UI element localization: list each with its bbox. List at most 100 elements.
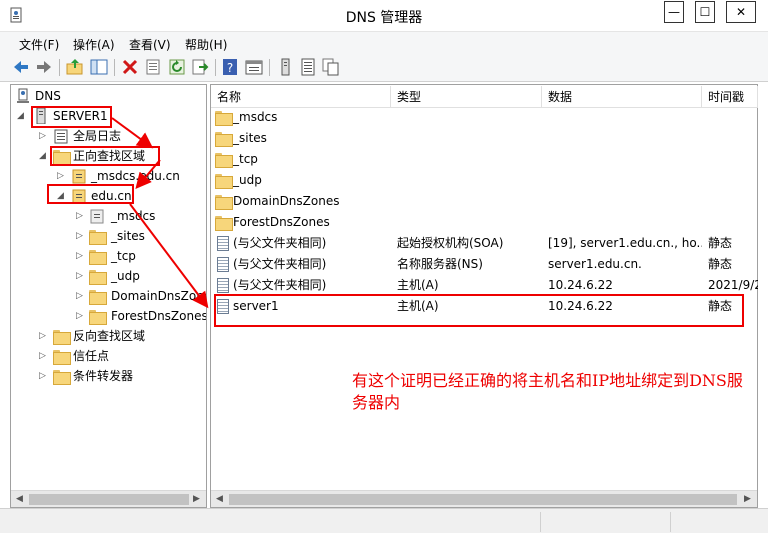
menu-action[interactable]: 操作(A): [73, 36, 115, 53]
tree-item-conditional-forwarders[interactable]: ▷ 条件转发器: [11, 366, 206, 386]
close-button[interactable]: ✕: [726, 1, 756, 23]
expand-arrow-icon[interactable]: ▷: [39, 366, 49, 386]
expand-arrow-icon[interactable]: ▷: [39, 346, 49, 366]
folder-icon: [89, 230, 107, 245]
expand-arrow-icon[interactable]: ▷: [76, 226, 86, 246]
log-icon: [54, 129, 68, 144]
expand-arrow-icon[interactable]: ▷: [57, 166, 67, 186]
highlight-edu-zone-box: [47, 184, 134, 204]
folder-icon: [89, 270, 107, 285]
status-segment: [540, 512, 670, 532]
toolbar-separator: [269, 59, 270, 76]
record-name: _udp: [233, 173, 262, 187]
record-name: (与父文件夹相同): [233, 236, 327, 250]
tree-item-label: DNS: [35, 89, 61, 103]
minimize-button[interactable]: —: [664, 1, 684, 23]
scroll-right-icon[interactable]: ▶: [740, 492, 755, 507]
list-item[interactable]: ForestDnsZones: [211, 212, 759, 233]
scroll-right-icon[interactable]: ▶: [189, 492, 204, 507]
tree-item-label: 条件转发器: [73, 369, 134, 383]
collapse-arrow-icon[interactable]: ◢: [39, 146, 49, 166]
list-icon[interactable]: [299, 58, 317, 76]
folder-icon: [215, 195, 233, 210]
table-row[interactable]: (与父文件夹相同) 名称服务器(NS) server1.edu.cn. 静态: [211, 254, 759, 275]
record-data: [19], server1.edu.cn., ho...: [548, 236, 702, 250]
delete-icon[interactable]: [121, 58, 139, 76]
column-header-data[interactable]: 数据: [542, 86, 702, 108]
menu-help[interactable]: 帮助(H): [185, 36, 227, 53]
expand-arrow-icon[interactable]: ▷: [39, 326, 49, 346]
scroll-thumb[interactable]: [229, 494, 737, 505]
folder-icon: [215, 111, 233, 126]
table-row[interactable]: (与父文件夹相同) 起始授权机构(SOA) [19], server1.edu.…: [211, 233, 759, 254]
expand-arrow-icon[interactable]: ▷: [76, 266, 86, 286]
list-item[interactable]: _tcp: [211, 149, 759, 170]
help-icon[interactable]: ?: [221, 58, 239, 76]
copy-icon[interactable]: [322, 58, 340, 76]
folder-icon: [215, 132, 233, 147]
collapse-arrow-icon[interactable]: ◢: [17, 106, 27, 126]
forward-icon[interactable]: [35, 58, 53, 76]
record-type: 名称服务器(NS): [397, 257, 483, 271]
properties-icon[interactable]: [144, 58, 162, 76]
toolbar-separator: [59, 59, 60, 76]
tree-item-msdcs-zone[interactable]: ▷ _msdcs.edu.cn: [11, 166, 206, 186]
tree-item-global-logs[interactable]: ▷ 全局日志: [11, 126, 206, 146]
tree-item-trust-points[interactable]: ▷ 信任点: [11, 346, 206, 366]
record-name: _sites: [233, 131, 267, 145]
server-icon[interactable]: [276, 58, 294, 76]
tree-item-msdcs[interactable]: ▷ _msdcs: [11, 206, 206, 226]
scroll-left-icon[interactable]: ◀: [12, 492, 27, 507]
record-name: ForestDnsZones: [233, 215, 330, 229]
tree-item-dns[interactable]: DNS: [11, 86, 206, 106]
tree-item-reverse-zones[interactable]: ▷ 反向查找区域: [11, 326, 206, 346]
column-header-timestamp[interactable]: 时间戳: [702, 86, 758, 108]
record-data: server1.edu.cn.: [548, 257, 642, 271]
tree-item-label: 全局日志: [73, 129, 122, 143]
column-header-name[interactable]: 名称: [211, 86, 391, 108]
export-list-icon[interactable]: [191, 58, 209, 76]
record-icon: [217, 236, 229, 251]
menu-file[interactable]: 文件(F): [19, 36, 59, 53]
list-item[interactable]: _sites: [211, 128, 759, 149]
table-row[interactable]: (与父文件夹相同) 主机(A) 10.24.6.22 2021/9/2: [211, 275, 759, 296]
highlight-server-box: [31, 106, 112, 128]
column-header-type[interactable]: 类型: [391, 86, 542, 108]
tree-item-forestdnszones[interactable]: ▷ ForestDnsZones: [11, 306, 206, 326]
back-icon[interactable]: [12, 58, 30, 76]
scroll-left-icon[interactable]: ◀: [212, 492, 227, 507]
record-timestamp: 静态: [708, 236, 733, 250]
folder-icon: [89, 290, 107, 305]
expand-arrow-icon[interactable]: ▷: [76, 286, 86, 306]
list-item[interactable]: _udp: [211, 170, 759, 191]
list-item[interactable]: _msdcs: [211, 107, 759, 128]
view-icon[interactable]: [245, 58, 263, 76]
up-folder-icon[interactable]: [66, 58, 84, 76]
list-horizontal-scrollbar[interactable]: ◀ ▶: [211, 490, 757, 507]
show-hide-tree-icon[interactable]: [90, 58, 108, 76]
maximize-button[interactable]: ☐: [695, 1, 715, 23]
tree-item-udp[interactable]: ▷ _udp: [11, 266, 206, 286]
menu-bar: 文件(F) 操作(A) 查看(V) 帮助(H): [0, 32, 768, 54]
window-title: DNS 管理器: [345, 10, 423, 26]
expand-arrow-icon[interactable]: ▷: [76, 306, 86, 326]
tree-item-sites[interactable]: ▷ _sites: [11, 226, 206, 246]
menu-view[interactable]: 查看(V): [129, 36, 171, 53]
expand-arrow-icon[interactable]: ▷: [76, 246, 86, 266]
record-name: DomainDnsZones: [233, 194, 340, 208]
tree-item-tcp[interactable]: ▷ _tcp: [11, 246, 206, 266]
highlight-forward-zones-box: [50, 146, 160, 166]
zone-icon: [90, 209, 104, 224]
scroll-thumb[interactable]: [29, 494, 189, 505]
expand-arrow-icon[interactable]: ▷: [76, 206, 86, 226]
refresh-icon[interactable]: [168, 58, 186, 76]
tree-item-domaindnszones[interactable]: ▷ DomainDnsZones: [11, 286, 206, 306]
title-bar: DNS 管理器 — ☐ ✕: [0, 0, 768, 32]
record-timestamp: 静态: [708, 257, 733, 271]
svg-text:?: ?: [227, 61, 233, 75]
annotation-text: 有这个证明已经正确的将主机名和IP地址绑定到DNS服务器内: [352, 371, 743, 412]
list-item[interactable]: DomainDnsZones: [211, 191, 759, 212]
folder-icon: [215, 153, 233, 168]
expand-arrow-icon[interactable]: ▷: [39, 126, 49, 146]
tree-horizontal-scrollbar[interactable]: ◀ ▶: [11, 490, 206, 507]
